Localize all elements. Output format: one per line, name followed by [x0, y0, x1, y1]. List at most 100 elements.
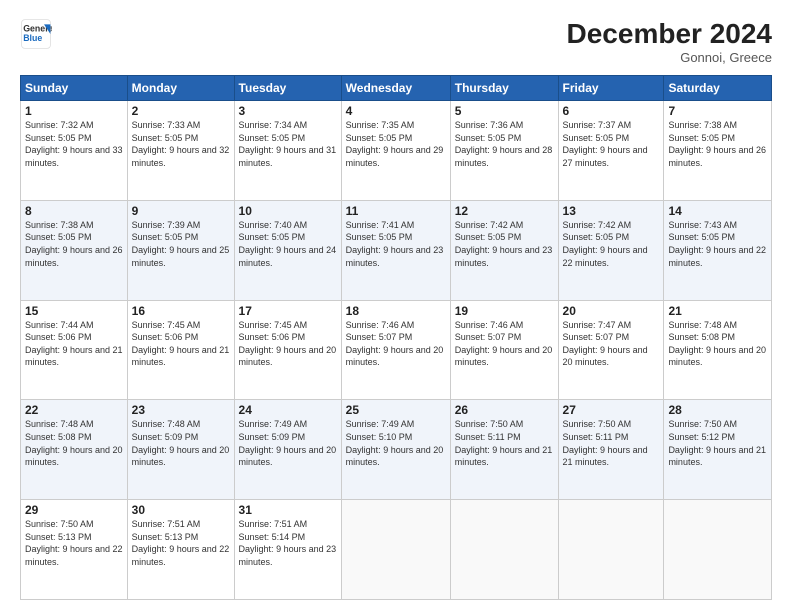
day-number: 18 [346, 304, 446, 318]
day-number: 29 [25, 503, 123, 517]
day-cell: 29 Sunrise: 7:50 AM Sunset: 5:13 PM Dayl… [21, 500, 128, 600]
day-info: Sunrise: 7:38 AM Sunset: 5:05 PM Dayligh… [668, 119, 767, 169]
header-tuesday: Tuesday [234, 76, 341, 101]
daylight-label: Daylight: 9 hours and 20 minutes. [132, 445, 230, 468]
day-info: Sunrise: 7:48 AM Sunset: 5:08 PM Dayligh… [25, 418, 123, 468]
sunrise-label: Sunrise: 7:48 AM [132, 419, 201, 429]
day-number: 6 [563, 104, 660, 118]
sunset-label: Sunset: 5:07 PM [455, 332, 522, 342]
sunset-label: Sunset: 5:06 PM [239, 332, 306, 342]
sunrise-label: Sunrise: 7:51 AM [132, 519, 201, 529]
day-number: 2 [132, 104, 230, 118]
day-number: 31 [239, 503, 337, 517]
sunset-label: Sunset: 5:06 PM [132, 332, 199, 342]
day-info: Sunrise: 7:37 AM Sunset: 5:05 PM Dayligh… [563, 119, 660, 169]
week-row-3: 22 Sunrise: 7:48 AM Sunset: 5:08 PM Dayl… [21, 400, 772, 500]
day-info: Sunrise: 7:50 AM Sunset: 5:13 PM Dayligh… [25, 518, 123, 568]
day-cell: 9 Sunrise: 7:39 AM Sunset: 5:05 PM Dayli… [127, 200, 234, 300]
day-info: Sunrise: 7:42 AM Sunset: 5:05 PM Dayligh… [563, 219, 660, 269]
sunrise-label: Sunrise: 7:40 AM [239, 220, 308, 230]
page: General Blue December 2024 Gonnoi, Greec… [0, 0, 792, 612]
daylight-label: Daylight: 9 hours and 22 minutes. [25, 544, 123, 567]
sunrise-label: Sunrise: 7:48 AM [25, 419, 94, 429]
sunrise-label: Sunrise: 7:48 AM [668, 320, 737, 330]
day-cell: 8 Sunrise: 7:38 AM Sunset: 5:05 PM Dayli… [21, 200, 128, 300]
sunset-label: Sunset: 5:05 PM [25, 232, 92, 242]
sunset-label: Sunset: 5:09 PM [132, 432, 199, 442]
daylight-label: Daylight: 9 hours and 26 minutes. [668, 145, 766, 168]
daylight-label: Daylight: 9 hours and 20 minutes. [563, 345, 648, 368]
day-cell: 2 Sunrise: 7:33 AM Sunset: 5:05 PM Dayli… [127, 101, 234, 201]
day-info: Sunrise: 7:48 AM Sunset: 5:09 PM Dayligh… [132, 418, 230, 468]
week-row-1: 8 Sunrise: 7:38 AM Sunset: 5:05 PM Dayli… [21, 200, 772, 300]
day-cell: 19 Sunrise: 7:46 AM Sunset: 5:07 PM Dayl… [450, 300, 558, 400]
sunrise-label: Sunrise: 7:46 AM [455, 320, 524, 330]
day-cell: 25 Sunrise: 7:49 AM Sunset: 5:10 PM Dayl… [341, 400, 450, 500]
day-cell: 31 Sunrise: 7:51 AM Sunset: 5:14 PM Dayl… [234, 500, 341, 600]
day-number: 28 [668, 403, 767, 417]
day-info: Sunrise: 7:32 AM Sunset: 5:05 PM Dayligh… [25, 119, 123, 169]
header-saturday: Saturday [664, 76, 772, 101]
sunset-label: Sunset: 5:07 PM [563, 332, 630, 342]
day-cell [664, 500, 772, 600]
svg-text:Blue: Blue [23, 33, 42, 43]
daylight-label: Daylight: 9 hours and 24 minutes. [239, 245, 337, 268]
day-info: Sunrise: 7:47 AM Sunset: 5:07 PM Dayligh… [563, 319, 660, 369]
day-cell: 26 Sunrise: 7:50 AM Sunset: 5:11 PM Dayl… [450, 400, 558, 500]
day-number: 11 [346, 204, 446, 218]
sunset-label: Sunset: 5:05 PM [239, 232, 306, 242]
sunrise-label: Sunrise: 7:38 AM [668, 120, 737, 130]
logo: General Blue [20, 18, 52, 50]
sunset-label: Sunset: 5:09 PM [239, 432, 306, 442]
daylight-label: Daylight: 9 hours and 23 minutes. [239, 544, 337, 567]
day-cell: 1 Sunrise: 7:32 AM Sunset: 5:05 PM Dayli… [21, 101, 128, 201]
day-info: Sunrise: 7:43 AM Sunset: 5:05 PM Dayligh… [668, 219, 767, 269]
sunrise-label: Sunrise: 7:43 AM [668, 220, 737, 230]
day-cell: 17 Sunrise: 7:45 AM Sunset: 5:06 PM Dayl… [234, 300, 341, 400]
day-number: 14 [668, 204, 767, 218]
day-cell: 28 Sunrise: 7:50 AM Sunset: 5:12 PM Dayl… [664, 400, 772, 500]
sunrise-label: Sunrise: 7:45 AM [132, 320, 201, 330]
sunrise-label: Sunrise: 7:50 AM [668, 419, 737, 429]
sunset-label: Sunset: 5:11 PM [563, 432, 629, 442]
day-number: 25 [346, 403, 446, 417]
daylight-label: Daylight: 9 hours and 32 minutes. [132, 145, 230, 168]
day-info: Sunrise: 7:46 AM Sunset: 5:07 PM Dayligh… [455, 319, 554, 369]
day-number: 21 [668, 304, 767, 318]
daylight-label: Daylight: 9 hours and 23 minutes. [346, 245, 444, 268]
sunset-label: Sunset: 5:05 PM [563, 232, 630, 242]
header-sunday: Sunday [21, 76, 128, 101]
day-number: 23 [132, 403, 230, 417]
day-number: 30 [132, 503, 230, 517]
sunrise-label: Sunrise: 7:35 AM [346, 120, 415, 130]
daylight-label: Daylight: 9 hours and 20 minutes. [239, 345, 337, 368]
header-row: SundayMondayTuesdayWednesdayThursdayFrid… [21, 76, 772, 101]
daylight-label: Daylight: 9 hours and 22 minutes. [668, 245, 766, 268]
day-number: 12 [455, 204, 554, 218]
day-number: 20 [563, 304, 660, 318]
day-cell: 18 Sunrise: 7:46 AM Sunset: 5:07 PM Dayl… [341, 300, 450, 400]
day-cell: 13 Sunrise: 7:42 AM Sunset: 5:05 PM Dayl… [558, 200, 664, 300]
day-info: Sunrise: 7:50 AM Sunset: 5:12 PM Dayligh… [668, 418, 767, 468]
day-cell: 20 Sunrise: 7:47 AM Sunset: 5:07 PM Dayl… [558, 300, 664, 400]
day-number: 5 [455, 104, 554, 118]
day-cell: 22 Sunrise: 7:48 AM Sunset: 5:08 PM Dayl… [21, 400, 128, 500]
daylight-label: Daylight: 9 hours and 26 minutes. [25, 245, 123, 268]
day-number: 13 [563, 204, 660, 218]
day-info: Sunrise: 7:41 AM Sunset: 5:05 PM Dayligh… [346, 219, 446, 269]
sunset-label: Sunset: 5:05 PM [455, 232, 522, 242]
day-number: 8 [25, 204, 123, 218]
day-info: Sunrise: 7:46 AM Sunset: 5:07 PM Dayligh… [346, 319, 446, 369]
daylight-label: Daylight: 9 hours and 28 minutes. [455, 145, 553, 168]
day-number: 27 [563, 403, 660, 417]
day-cell: 27 Sunrise: 7:50 AM Sunset: 5:11 PM Dayl… [558, 400, 664, 500]
sunrise-label: Sunrise: 7:50 AM [25, 519, 94, 529]
day-cell: 3 Sunrise: 7:34 AM Sunset: 5:05 PM Dayli… [234, 101, 341, 201]
day-number: 24 [239, 403, 337, 417]
title-block: December 2024 Gonnoi, Greece [567, 18, 772, 65]
sunset-label: Sunset: 5:05 PM [25, 133, 92, 143]
day-info: Sunrise: 7:45 AM Sunset: 5:06 PM Dayligh… [132, 319, 230, 369]
day-number: 19 [455, 304, 554, 318]
sunrise-label: Sunrise: 7:44 AM [25, 320, 94, 330]
location: Gonnoi, Greece [567, 50, 772, 65]
